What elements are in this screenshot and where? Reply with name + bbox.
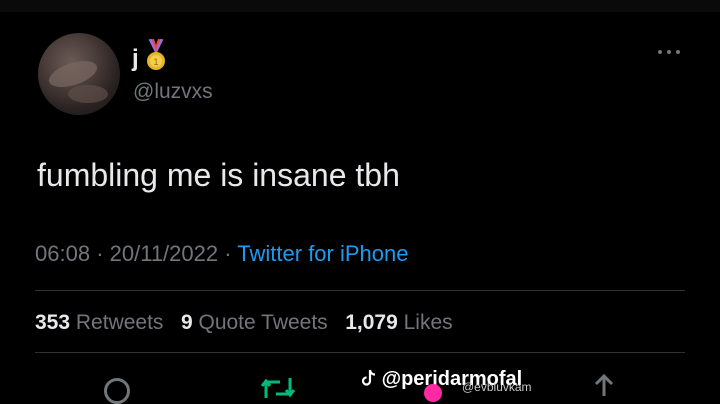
- avatar[interactable]: [38, 33, 120, 115]
- tweet-metadata: 06:08 · 20/11/2022 · Twitter for iPhone: [35, 241, 408, 267]
- divider: [35, 290, 685, 291]
- user-handle[interactable]: @luzvxs: [133, 80, 213, 104]
- separator: ·: [224, 241, 232, 266]
- top-bar: [0, 0, 720, 12]
- secondary-watermark: @evbluvkam: [462, 380, 532, 394]
- more-options-icon[interactable]: [656, 48, 682, 56]
- share-icon[interactable]: [590, 374, 618, 400]
- reply-icon[interactable]: [104, 378, 130, 404]
- tweet-source-link[interactable]: Twitter for iPhone: [237, 241, 408, 266]
- separator: ·: [96, 241, 104, 266]
- divider: [35, 352, 685, 353]
- medal-icon: 1: [147, 39, 165, 70]
- tweet-time: 06:08: [35, 241, 91, 266]
- pink-dot: [424, 384, 442, 402]
- tweet-stats: 353 Retweets 9 Quote Tweets 1,079 Likes: [35, 311, 453, 335]
- action-bar: [0, 368, 720, 404]
- tweet-text: fumbling me is insane tbh: [37, 157, 400, 193]
- retweet-icon[interactable]: [258, 376, 298, 400]
- tiktok-icon: [361, 369, 376, 386]
- retweets-stat[interactable]: 353 Retweets: [35, 311, 163, 334]
- display-name[interactable]: j: [132, 45, 139, 73]
- tweet-date: 20/11/2022: [109, 241, 219, 266]
- quote-tweets-stat[interactable]: 9 Quote Tweets: [181, 311, 328, 334]
- svg-text:1: 1: [153, 57, 158, 67]
- likes-stat[interactable]: 1,079 Likes: [345, 311, 452, 334]
